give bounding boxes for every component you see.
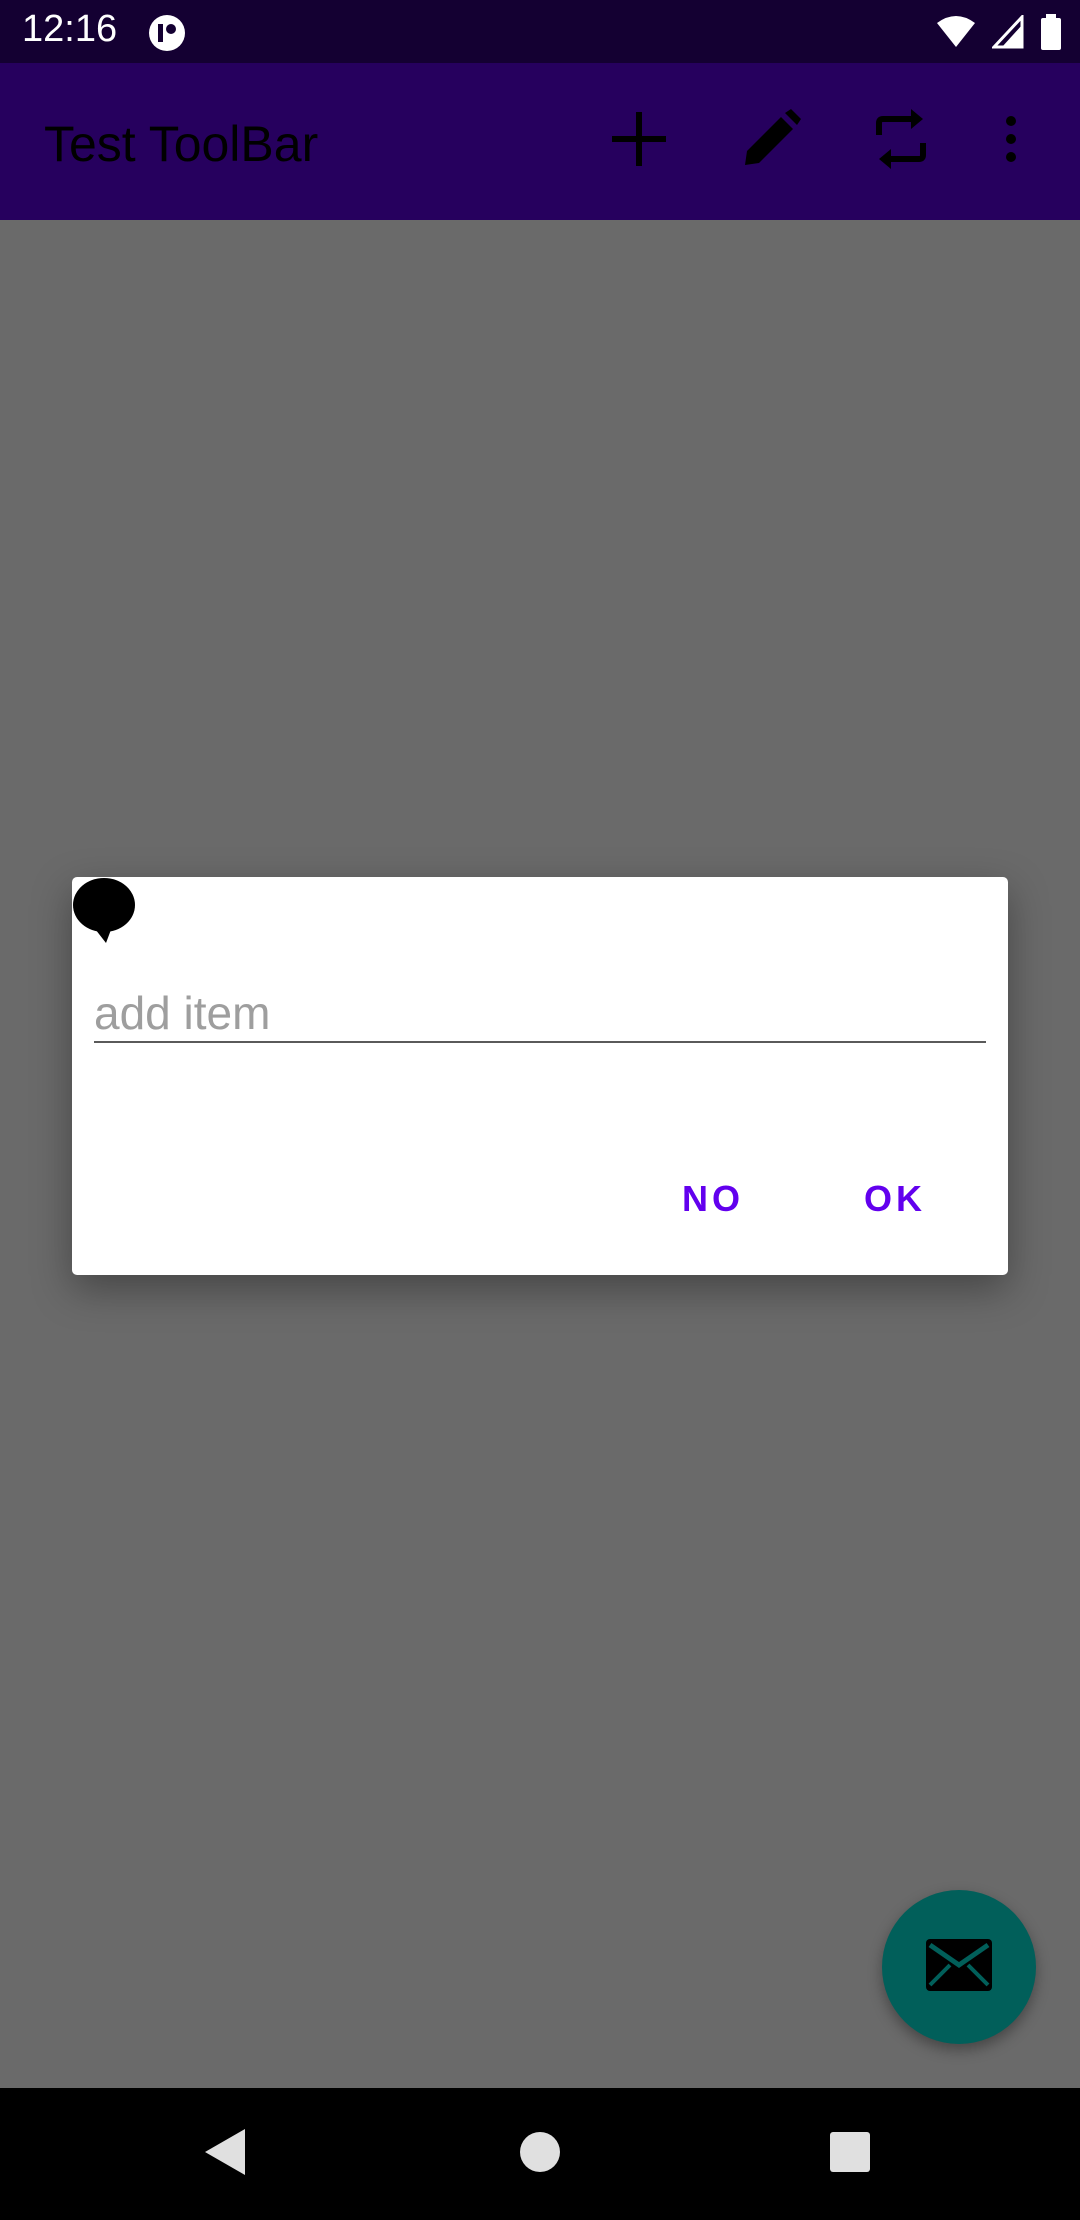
battery-icon (1040, 14, 1062, 55)
edit-button[interactable] (738, 108, 804, 174)
add-icon (610, 110, 668, 173)
home-icon (518, 2130, 562, 2179)
edit-icon (741, 108, 801, 174)
back-button[interactable] (188, 2116, 264, 2192)
mail-fab-button[interactable] (882, 1890, 1036, 2044)
overflow-menu-button[interactable] (986, 108, 1036, 174)
cellular-signal-icon (990, 13, 1024, 54)
navigation-bar (0, 2088, 1080, 2220)
toolbar: Test ToolBar (0, 63, 1080, 220)
home-button[interactable] (502, 2116, 578, 2192)
mail-icon (926, 1938, 992, 1996)
toolbar-title: Test ToolBar (44, 116, 319, 172)
back-icon (203, 2127, 249, 2182)
ok-button[interactable]: OK (852, 1169, 938, 1229)
status-time: 12:16 (22, 8, 118, 50)
add-item-dialog: NO OK (72, 877, 1008, 1275)
refresh-icon (869, 108, 933, 174)
add-item-input[interactable] (94, 985, 986, 1043)
overflow-menu-icon (1005, 115, 1017, 168)
no-button[interactable]: NO (670, 1169, 756, 1229)
status-bar: 12:16 (0, 0, 1080, 63)
recents-icon (829, 2131, 871, 2178)
wifi-icon (936, 15, 976, 54)
speech-bubble-icon (72, 877, 138, 948)
recents-button[interactable] (812, 2116, 888, 2192)
refresh-button[interactable] (868, 108, 934, 174)
app-notification-icon (148, 14, 186, 57)
add-button[interactable] (606, 108, 672, 174)
